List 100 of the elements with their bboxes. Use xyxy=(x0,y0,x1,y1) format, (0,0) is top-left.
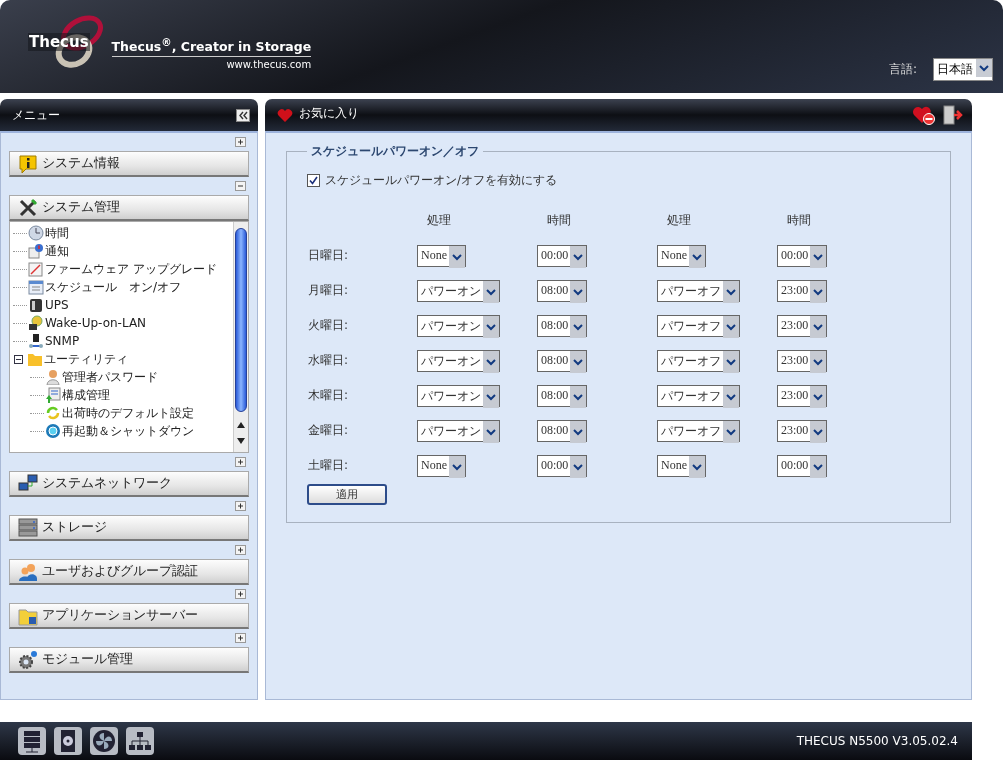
menu-section[interactable]: ユーザおよびグループ認証 xyxy=(9,559,249,585)
notification-icon xyxy=(28,243,44,259)
caret-icon xyxy=(810,350,827,373)
menu-section[interactable]: アプリケーションサーバー xyxy=(9,603,249,629)
column-header: 時間 xyxy=(786,212,812,229)
dropdown[interactable]: None xyxy=(417,244,466,267)
config-icon xyxy=(45,387,61,403)
dropdown[interactable]: パワーオン xyxy=(417,279,500,302)
dropdown[interactable]: 08:00 xyxy=(537,314,588,337)
tree-item[interactable]: SNMP xyxy=(10,332,233,350)
day-label: 月曜日: xyxy=(307,282,350,299)
expand-icon[interactable] xyxy=(235,633,246,643)
dropdown[interactable]: 08:00 xyxy=(537,349,588,372)
tools-icon xyxy=(18,197,38,218)
tree-item[interactable]: ファームウェア アップグレード xyxy=(10,260,233,278)
dropdown[interactable]: 08:00 xyxy=(537,384,588,407)
scrollbar[interactable] xyxy=(233,222,248,452)
tree-item[interactable]: 管理者パスワード xyxy=(10,368,233,386)
dropdown[interactable]: 08:00 xyxy=(537,419,588,442)
dropdown[interactable]: None xyxy=(657,244,706,267)
folder-icon xyxy=(27,351,43,367)
day-label: 金曜日: xyxy=(307,422,350,439)
caret-icon xyxy=(483,315,499,338)
caret-icon xyxy=(570,245,587,268)
dropdown[interactable]: 00:00 xyxy=(537,244,588,267)
dropdown[interactable]: パワーオフ xyxy=(657,314,740,337)
menu-section[interactable]: モジュール管理 xyxy=(9,647,249,673)
tree-item[interactable]: 再起動＆シャットダウン xyxy=(10,422,233,440)
scroll-down-icon[interactable] xyxy=(237,438,245,444)
menu-title: メニュー xyxy=(12,106,61,124)
tree-item[interactable]: 出荷時のデフォルト設定 xyxy=(10,404,233,422)
dropdown[interactable]: パワーオン xyxy=(417,384,500,407)
lan-icon xyxy=(28,315,44,331)
dropdown[interactable]: None xyxy=(417,454,466,477)
caret-icon xyxy=(810,280,827,303)
caret-icon xyxy=(483,280,499,303)
dropdown[interactable]: パワーオン xyxy=(417,349,500,372)
storage-icon xyxy=(18,517,38,538)
caret-icon xyxy=(689,245,705,268)
caret-icon xyxy=(723,315,739,338)
language-dropdown[interactable]: 日本語 xyxy=(933,58,993,81)
caret-icon xyxy=(723,420,739,443)
dropdown[interactable]: パワーオフ xyxy=(657,349,740,372)
dropdown[interactable]: パワーオフ xyxy=(657,279,740,302)
info-icon xyxy=(18,153,38,174)
tree-item[interactable]: 構成管理 xyxy=(10,386,233,404)
website-link[interactable]: www.thecus.com xyxy=(226,59,312,70)
menu-section[interactable]: システム管理 xyxy=(9,195,249,221)
expand-icon[interactable] xyxy=(235,501,246,511)
dropdown[interactable]: 08:00 xyxy=(537,279,588,302)
tree-item[interactable]: UPS xyxy=(10,296,233,314)
checkbox-label: スケジュールパワーオン/オフを有効にする xyxy=(325,172,558,189)
menu-section[interactable]: システム情報 xyxy=(9,151,249,177)
tree-item[interactable]: 時間 xyxy=(10,224,233,242)
tree-item[interactable]: スケジュール オン/オフ xyxy=(10,278,233,296)
dropdown[interactable]: 23:00 xyxy=(777,384,828,407)
dropdown[interactable]: None xyxy=(657,454,706,477)
network-icon[interactable] xyxy=(126,727,154,755)
collapse-icon[interactable] xyxy=(236,108,250,122)
dropdown[interactable]: パワーオフ xyxy=(657,384,740,407)
caret-icon xyxy=(570,280,587,303)
column-header: 処理 xyxy=(666,212,692,229)
menu-section[interactable]: システムネットワーク xyxy=(9,471,249,497)
caret-icon xyxy=(723,385,739,408)
dropdown[interactable]: 00:00 xyxy=(777,454,828,477)
expand-icon[interactable] xyxy=(235,589,246,599)
apply-button[interactable]: 適用 xyxy=(307,484,387,505)
expand-icon[interactable] xyxy=(235,457,246,467)
dropdown[interactable]: 00:00 xyxy=(777,244,828,267)
checkbox[interactable] xyxy=(307,174,320,187)
scroll-up-icon[interactable] xyxy=(237,422,245,428)
users-icon xyxy=(18,561,38,582)
expand-icon[interactable] xyxy=(235,545,246,555)
dropdown[interactable]: 23:00 xyxy=(777,314,828,337)
caret-icon xyxy=(449,245,465,268)
dropdown[interactable]: 00:00 xyxy=(537,454,588,477)
server-icon[interactable] xyxy=(18,727,46,755)
tree-item[interactable]: ユーティリティ xyxy=(10,350,233,368)
clock-icon xyxy=(28,225,44,241)
version-text: THECUS N5500 V3.05.02.4 xyxy=(796,734,958,748)
ups-icon xyxy=(28,297,44,313)
tagline: Thecus$^{®}$, Creator in Storage xyxy=(111,35,312,57)
menu-section[interactable]: ストレージ xyxy=(9,515,249,541)
dropdown[interactable]: 23:00 xyxy=(777,279,828,302)
dropdown[interactable]: 23:00 xyxy=(777,419,828,442)
dropdown[interactable]: パワーオン xyxy=(417,419,500,442)
expand-icon[interactable] xyxy=(235,137,246,147)
caret-icon xyxy=(570,420,587,443)
tree-item[interactable]: Wake-Up-on-LAN xyxy=(10,314,233,332)
remove-favorite-icon[interactable] xyxy=(912,105,936,125)
caret-icon xyxy=(483,420,499,443)
dropdown[interactable]: パワーオフ xyxy=(657,419,740,442)
logout-icon[interactable] xyxy=(942,105,964,125)
tree-item[interactable]: 通知 xyxy=(10,242,233,260)
fan-icon[interactable] xyxy=(90,727,118,755)
scroll-thumb[interactable] xyxy=(235,228,247,412)
dropdown[interactable]: 23:00 xyxy=(777,349,828,372)
collapse-icon[interactable] xyxy=(14,354,23,364)
dropdown[interactable]: パワーオン xyxy=(417,314,500,337)
logo: Thecus xyxy=(28,33,90,51)
